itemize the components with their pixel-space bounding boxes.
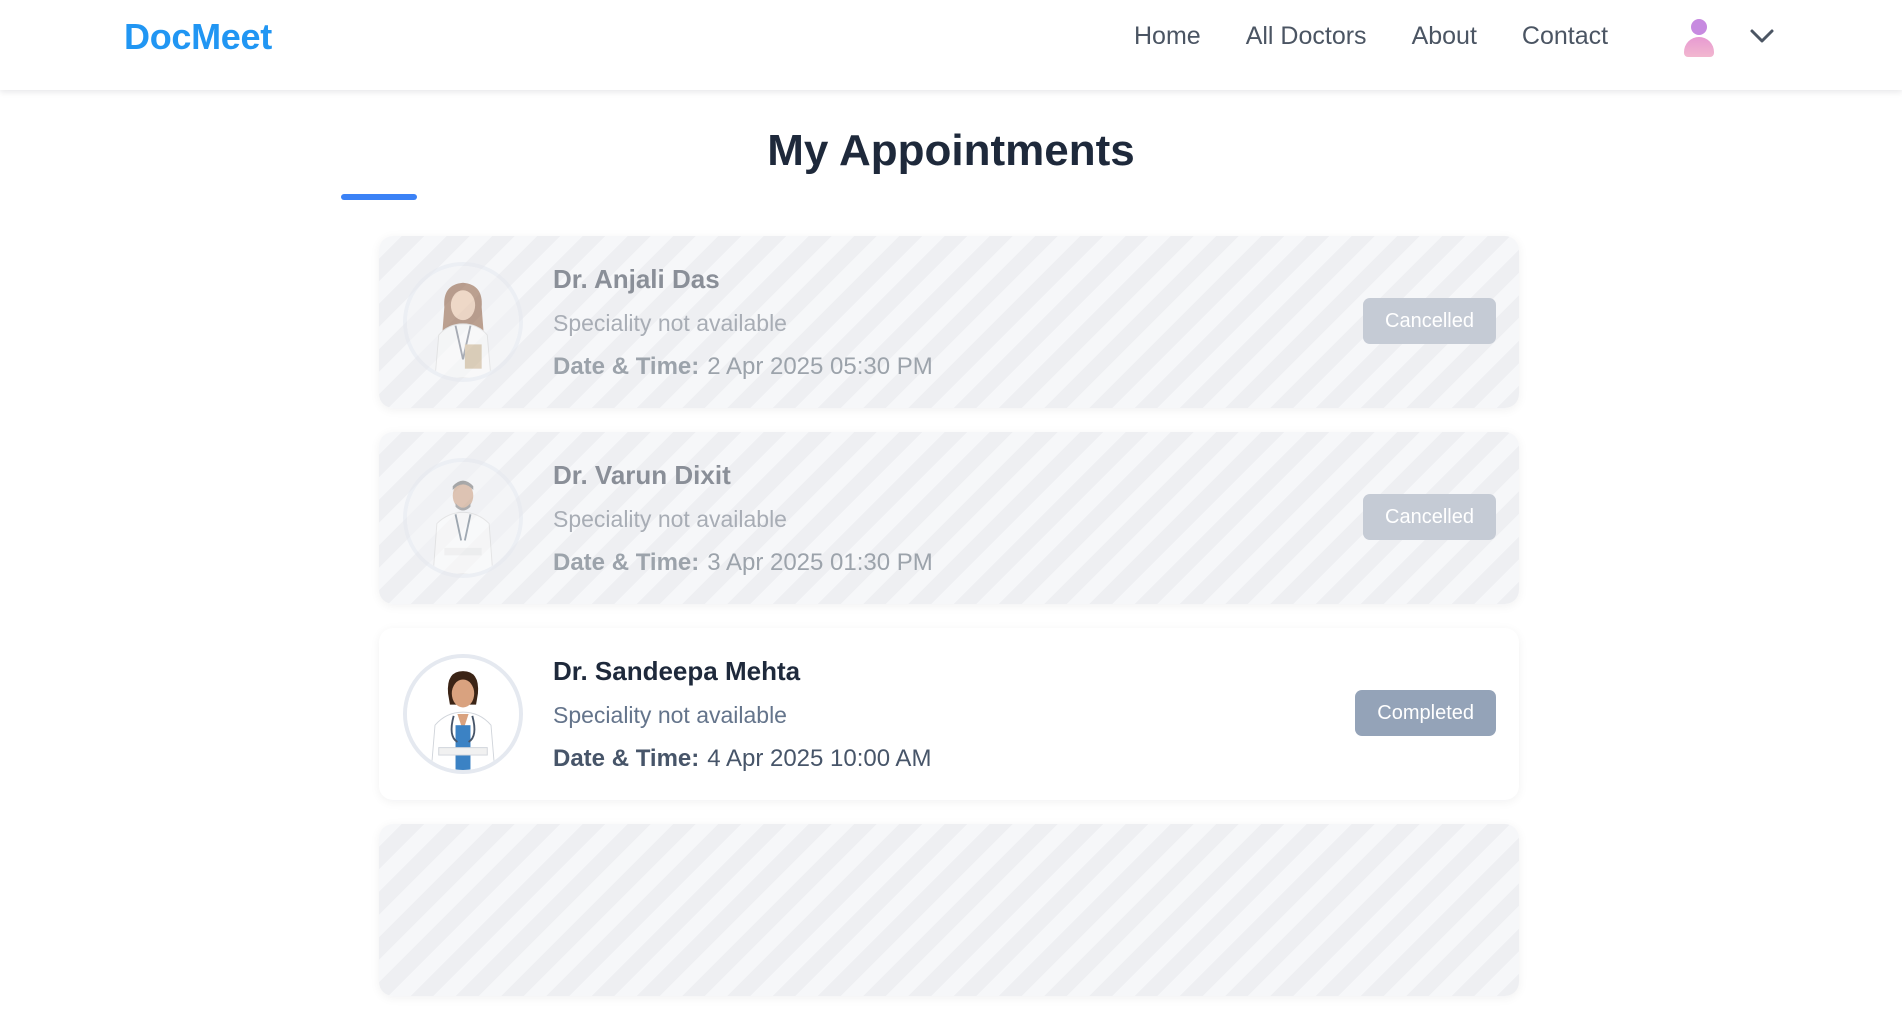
appointment-datetime: Date & Time: 2 Apr 2025 05:30 PM	[553, 353, 933, 381]
appointment-datetime: Date & Time: 3 Apr 2025 01:30 PM	[553, 549, 933, 577]
datetime-value: 4 Apr 2025 10:00 AM	[707, 745, 932, 772]
datetime-label: Date & Time:	[553, 353, 700, 380]
appointment-datetime: Date & Time: 4 Apr 2025 10:00 AM	[553, 745, 931, 773]
datetime-value: 2 Apr 2025 05:30 PM	[707, 353, 933, 380]
doctor-name: Dr. Sandeepa Mehta	[553, 656, 801, 686]
appointment-card: Dr. Anjali Das Speciality not available …	[379, 236, 1519, 408]
doctor-speciality: Speciality not available	[553, 310, 787, 336]
doctor-photo	[403, 262, 523, 382]
avatar-head	[1691, 19, 1707, 35]
status-badge: Cancelled	[1363, 494, 1496, 540]
navbar: DocMeet Home All Doctors About Contact	[0, 0, 1902, 90]
status-badge: Completed	[1355, 690, 1496, 736]
doctor-photo	[403, 654, 523, 774]
nav-link-all-doctors[interactable]: All Doctors	[1246, 22, 1367, 51]
doctor-name: Dr. Varun Dixit	[553, 460, 731, 490]
page-title: My Appointments	[767, 126, 1135, 175]
nav-link-home[interactable]: Home	[1134, 22, 1201, 51]
appointment-card: Dr. Varun Dixit Speciality not available…	[379, 432, 1519, 604]
doctor-photo	[403, 458, 523, 578]
user-avatar-icon[interactable]	[1683, 19, 1715, 57]
doctor-speciality: Speciality not available	[553, 702, 787, 728]
appointments-list: Dr. Anjali Das Speciality not available …	[379, 236, 1519, 1020]
nav-link-contact[interactable]: Contact	[1522, 22, 1608, 51]
chevron-down-icon[interactable]	[1748, 22, 1776, 50]
nav-link-about[interactable]: About	[1412, 22, 1477, 51]
nav-links: Home All Doctors About Contact	[1134, 22, 1608, 51]
appointment-card	[379, 824, 1519, 996]
appointment-card: Dr. Sandeepa Mehta Speciality not availa…	[379, 628, 1519, 800]
brand-logo[interactable]: DocMeet	[124, 16, 272, 58]
doctor-speciality: Speciality not available	[553, 506, 787, 532]
title-underline	[341, 194, 417, 200]
datetime-value: 3 Apr 2025 01:30 PM	[707, 549, 933, 576]
doctor-name: Dr. Anjali Das	[553, 264, 720, 294]
avatar-body	[1684, 37, 1714, 57]
datetime-label: Date & Time:	[553, 549, 700, 576]
status-badge: Cancelled	[1363, 298, 1496, 344]
datetime-label: Date & Time:	[553, 745, 700, 772]
